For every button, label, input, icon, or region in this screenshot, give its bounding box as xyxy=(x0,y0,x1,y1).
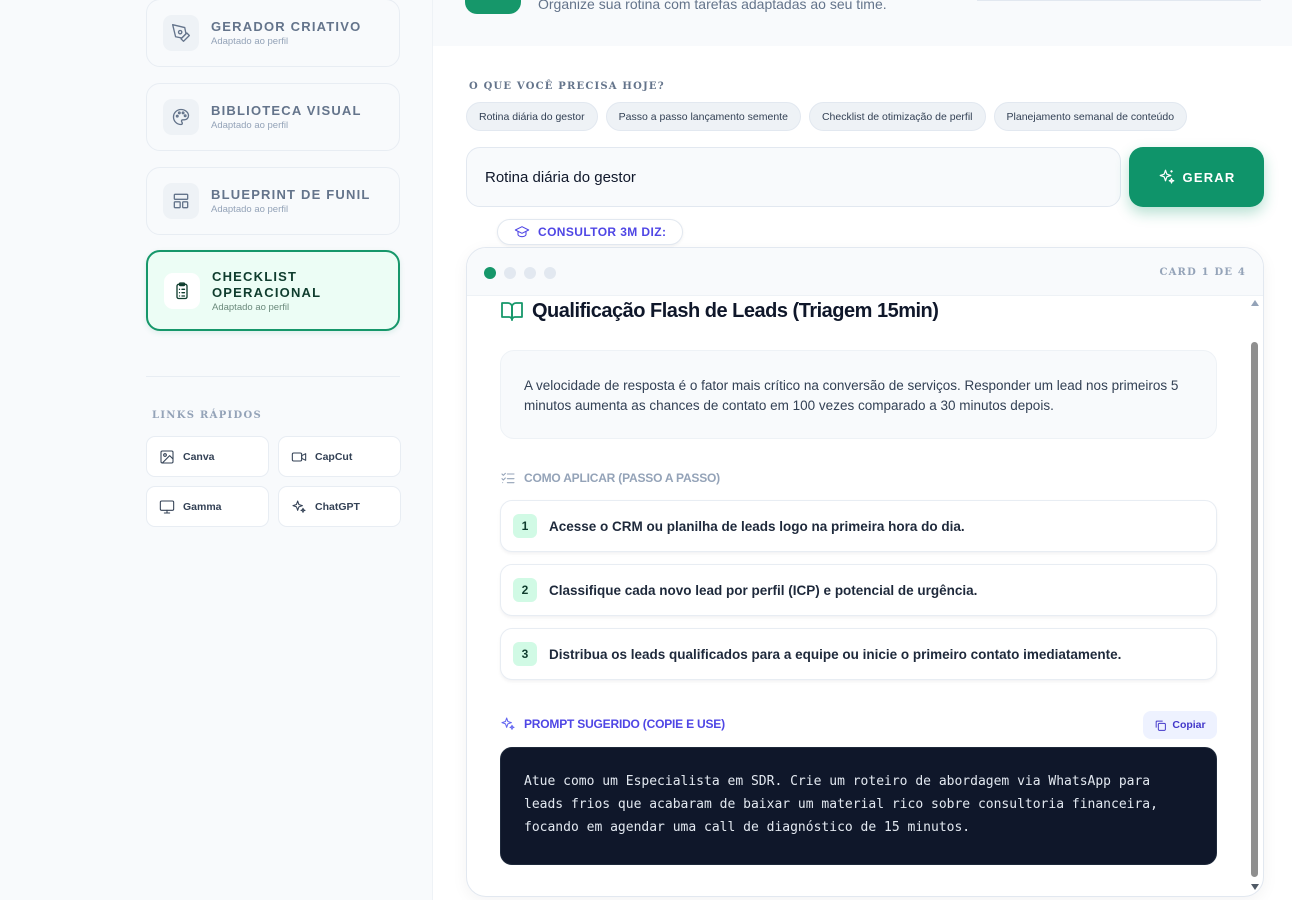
tool-card-biblioteca-visual[interactable]: BIBLIOTECA VISUAL Adaptado ao perfil xyxy=(146,83,400,151)
scroll-down-arrow[interactable] xyxy=(1251,884,1259,890)
quick-link-label: CapCut xyxy=(315,450,353,463)
quick-link-chatgpt[interactable]: ChatGPT xyxy=(278,486,401,527)
tool-title: GERADOR CRIATIVO xyxy=(211,19,362,34)
step-number: 1 xyxy=(513,514,537,538)
result-card: CARD 1 DE 4 Qualificação Flash de Leads … xyxy=(466,247,1264,897)
page-dot-1[interactable] xyxy=(484,267,496,279)
step-item: 1 Acesse o CRM ou planilha de leads logo… xyxy=(500,500,1217,552)
copy-button[interactable]: Copiar xyxy=(1143,711,1217,739)
graduation-cap-icon xyxy=(514,226,530,238)
prompt-label: PROMPT SUGERIDO (COPIE E USE) xyxy=(500,716,725,732)
suggestion-chips: Rotina diária do gestor Passo a passo la… xyxy=(466,102,1188,131)
quick-link-gamma[interactable]: Gamma xyxy=(146,486,269,527)
card-pagination xyxy=(484,267,556,279)
generate-button[interactable]: GERAR xyxy=(1129,147,1264,207)
step-text: Classifique cada novo lead por perfil (I… xyxy=(549,582,978,598)
request-input[interactable]: Rotina diária do gestor xyxy=(466,147,1121,207)
header-divider xyxy=(977,0,1261,1)
book-open-icon xyxy=(501,302,523,321)
tool-subtitle: Adaptado ao perfil xyxy=(211,36,289,47)
tool-subtitle: Adaptado ao perfil xyxy=(211,204,289,215)
consultor-badge: CONSULTOR 3M DIZ: xyxy=(497,219,684,245)
tool-subtitle: Adaptado ao perfil xyxy=(212,301,290,313)
prompt-text[interactable]: Atue como um Especialista em SDR. Crie u… xyxy=(500,747,1217,865)
header-icon-badge xyxy=(465,0,521,14)
tool-card-blueprint-de-funil[interactable]: BLUEPRINT DE FUNIL Adaptado ao perfil xyxy=(146,167,400,235)
card-intro: A velocidade de resposta é o fator mais … xyxy=(500,350,1217,439)
suggestion-chip[interactable]: Planejamento semanal de conteúdo xyxy=(993,102,1188,131)
tool-subtitle: Adaptado ao perfil xyxy=(211,120,289,131)
palette-icon xyxy=(163,99,199,135)
pen-tool-icon xyxy=(163,15,199,51)
need-label: O QUE VOCÊ PRECISA HOJE? xyxy=(469,81,665,92)
monitor-icon xyxy=(159,499,175,514)
quick-link-label: Gamma xyxy=(183,500,222,513)
step-item: 3 Distribua os leads qualificados para a… xyxy=(500,628,1217,680)
page-dot-2[interactable] xyxy=(504,267,516,279)
prompt-label-text: PROMPT SUGERIDO (COPIE E USE) xyxy=(524,717,725,731)
consultor-label: CONSULTOR 3M DIZ: xyxy=(538,225,667,239)
step-text: Acesse o CRM ou planilha de leads logo n… xyxy=(549,518,965,534)
steps-label: COMO APLICAR (PASSO A PASSO) xyxy=(500,470,720,486)
quick-link-capcut[interactable]: CapCut xyxy=(278,436,401,477)
list-checks-icon xyxy=(501,472,515,484)
page-subtitle: Organize sua rotina com tarefas adaptada… xyxy=(538,0,887,12)
page-dot-4[interactable] xyxy=(544,267,556,279)
card-title-text: Qualificação Flash de Leads (Triagem 15m… xyxy=(532,299,939,322)
main-content: Organize sua rotina com tarefas adaptada… xyxy=(433,0,1292,900)
sparkles-icon xyxy=(292,499,306,513)
step-number: 2 xyxy=(513,578,537,602)
suggestion-chip[interactable]: Rotina diária do gestor xyxy=(466,102,598,131)
tool-title: BIBLIOTECA VISUAL xyxy=(211,103,362,118)
copy-icon xyxy=(1156,720,1167,731)
card-header: CARD 1 DE 4 xyxy=(467,248,1263,296)
image-icon xyxy=(160,449,174,464)
video-icon xyxy=(291,451,307,462)
quick-link-label: ChatGPT xyxy=(315,500,360,513)
suggestion-chip[interactable]: Passo a passo lançamento semente xyxy=(605,102,801,131)
page-header: Organize sua rotina com tarefas adaptada… xyxy=(433,0,1292,46)
quick-links-label: LINKS RÁPIDOS xyxy=(152,410,263,421)
tool-card-checklist-operacional[interactable]: CHECKLIST OPERACIONAL Adaptado ao perfil xyxy=(146,250,400,331)
generate-label: GERAR xyxy=(1182,169,1236,185)
copy-label: Copiar xyxy=(1172,719,1206,731)
card-counter: CARD 1 DE 4 xyxy=(1159,267,1246,278)
tool-card-gerador-criativo[interactable]: GERADOR CRIATIVO Adaptado ao perfil xyxy=(146,0,400,67)
layout-icon xyxy=(163,183,199,219)
sidebar-divider xyxy=(146,376,400,377)
scroll-up-arrow[interactable] xyxy=(1251,300,1259,306)
step-text: Distribua os leads qualificados para a e… xyxy=(549,646,1122,662)
step-item: 2 Classifique cada novo lead por perfil … xyxy=(500,564,1217,616)
scroll-thumb[interactable] xyxy=(1251,342,1258,877)
card-title: Qualificação Flash de Leads (Triagem 15m… xyxy=(500,299,939,323)
sidebar: GERADOR CRIATIVO Adaptado ao perfil BIBL… xyxy=(0,0,433,900)
step-number: 3 xyxy=(513,642,537,666)
suggestion-chip[interactable]: Checklist de otimização de perfil xyxy=(808,102,986,131)
steps-label-text: COMO APLICAR (PASSO A PASSO) xyxy=(524,471,720,485)
card-scrollbar[interactable] xyxy=(1250,300,1259,890)
quick-link-label: Canva xyxy=(183,450,215,463)
tool-title: BLUEPRINT DE FUNIL xyxy=(211,187,371,202)
quick-link-canva[interactable]: Canva xyxy=(146,436,269,477)
clipboard-list-icon xyxy=(164,272,200,309)
tool-title: CHECKLIST OPERACIONAL xyxy=(212,268,322,300)
page-dot-3[interactable] xyxy=(524,267,536,279)
sparkles-icon xyxy=(1159,169,1174,184)
sparkles-icon xyxy=(501,717,515,730)
